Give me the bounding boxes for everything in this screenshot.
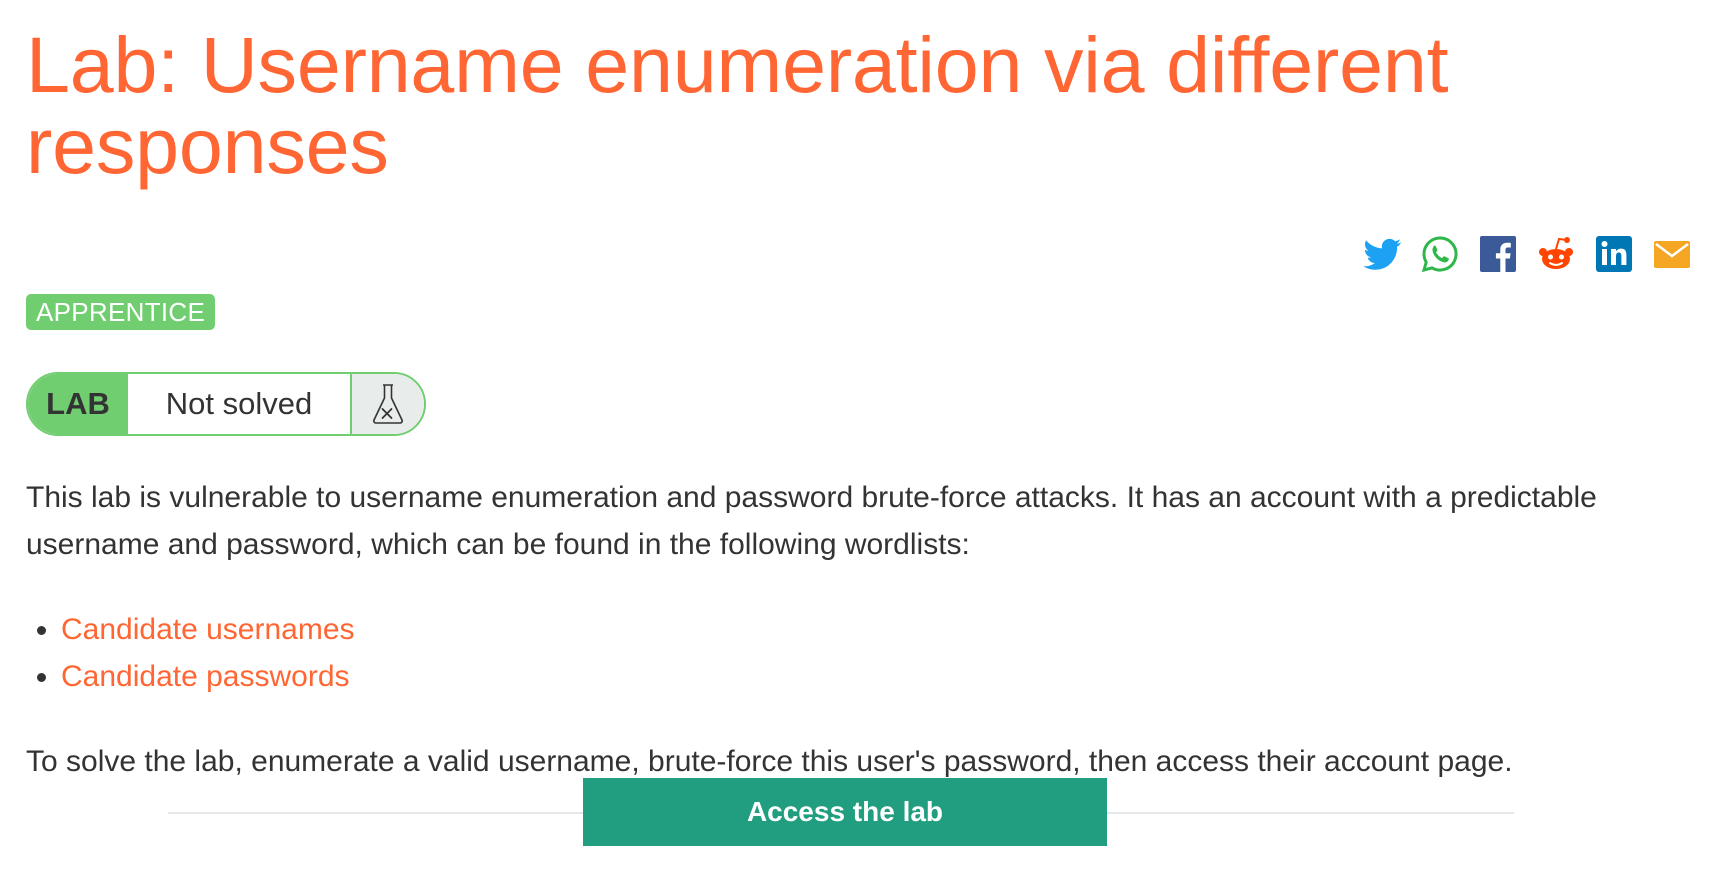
reddit-icon[interactable] (1536, 234, 1576, 274)
whatsapp-icon[interactable] (1420, 234, 1460, 274)
candidate-usernames-link[interactable]: Candidate usernames (61, 613, 355, 646)
list-item: Candidate usernames (61, 606, 355, 653)
linkedin-icon[interactable] (1594, 234, 1634, 274)
lab-description: This lab is vulnerable to username enume… (26, 481, 1597, 561)
twitter-icon[interactable] (1362, 234, 1402, 274)
access-lab-button[interactable]: Access the lab (583, 778, 1107, 846)
flask-icon (350, 374, 424, 434)
lab-status-widget: LAB Not solved (26, 372, 426, 436)
page-title: Lab: Username enumeration via different … (26, 20, 1449, 190)
lab-page: Lab: Username enumeration via different … (26, 20, 1690, 778)
list-item: Candidate passwords (61, 653, 355, 700)
facebook-icon[interactable] (1478, 234, 1518, 274)
level-badge: APPRENTICE (26, 294, 216, 330)
lab-status-label: LAB (28, 374, 128, 434)
email-icon[interactable] (1652, 234, 1692, 274)
share-bar (1362, 234, 1692, 274)
candidate-passwords-link[interactable]: Candidate passwords (61, 660, 350, 693)
wordlist-list: Candidate usernames Candidate passwords (26, 606, 355, 700)
lab-status-state: Not solved (128, 374, 350, 434)
